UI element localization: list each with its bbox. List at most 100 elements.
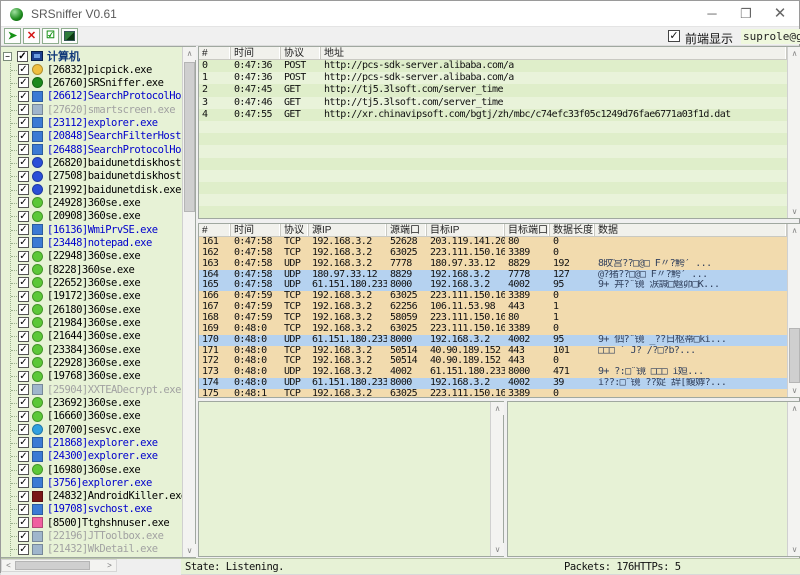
process-tree-item[interactable]: ✓[16660]360se.exe [11, 410, 182, 423]
http-vertical-scrollbar[interactable]: ∧ ∨ [787, 47, 800, 218]
process-checkbox[interactable]: ✓ [18, 291, 29, 302]
process-checkbox[interactable]: ✓ [18, 237, 29, 248]
column-header[interactable]: 地址 [321, 47, 787, 59]
scroll-down-icon[interactable]: ∨ [491, 543, 504, 556]
process-tree-item[interactable]: ✓[22948]360se.exe [11, 250, 182, 263]
process-tree-item[interactable]: ✓[26180]360se.exe [11, 303, 182, 316]
process-tree-item[interactable]: ✓[21644]360se.exe [11, 330, 182, 343]
process-checkbox[interactable]: ✓ [18, 397, 29, 408]
packet-vertical-scrollbar[interactable]: ∧ ∨ [787, 224, 800, 397]
process-checkbox[interactable]: ✓ [18, 451, 29, 462]
scrollbar-thumb[interactable] [789, 328, 800, 383]
front-display-checkbox[interactable]: ✓ [668, 30, 680, 42]
column-header[interactable]: 时间 [231, 47, 281, 59]
column-header[interactable]: 时间 [231, 224, 281, 236]
process-checkbox[interactable]: ✓ [18, 371, 29, 382]
process-checkbox[interactable]: ✓ [18, 531, 29, 542]
process-checkbox[interactable]: ✓ [18, 331, 29, 342]
process-checkbox[interactable]: ✓ [18, 144, 29, 155]
column-header[interactable]: 源端口 [387, 224, 427, 236]
process-checkbox[interactable]: ✓ [18, 264, 29, 275]
process-checkbox[interactable]: ✓ [18, 277, 29, 288]
scroll-down-icon[interactable]: ∨ [788, 543, 800, 556]
process-tree-item[interactable]: ✓[24928]360se.exe [11, 196, 182, 209]
close-button[interactable]: ✕ [763, 1, 797, 27]
process-tree-item[interactable]: ✓[26832]picpick.exe [11, 63, 182, 76]
process-tree-item[interactable]: ✓[20848]SearchFilterHost.ex [11, 130, 182, 143]
packet-table-row[interactable]: 1610:47:58TCP192.168.3.252628203.119.141… [199, 237, 787, 248]
tree-root-computer[interactable]: − ✓ 计算机 [3, 49, 182, 63]
process-tree-item[interactable]: ✓[26612]SearchProtocolHost. [11, 90, 182, 103]
packet-table-row[interactable]: 1620:47:58TCP192.168.3.263025223.111.150… [199, 248, 787, 259]
process-checkbox[interactable]: ✓ [18, 224, 29, 235]
process-tree-item[interactable]: ✓[26820]baidunetdiskhost.ex [11, 156, 182, 169]
process-checkbox[interactable]: ✓ [18, 504, 29, 515]
scroll-right-icon[interactable]: > [103, 560, 116, 571]
maximize-button[interactable]: ❐ [729, 1, 763, 27]
tree-expander-icon[interactable]: − [3, 52, 12, 61]
process-checkbox[interactable]: ✓ [18, 411, 29, 422]
process-tree-item[interactable]: ✓[20908]360se.exe [11, 210, 182, 223]
packet-table-row[interactable]: 1660:47:59TCP192.168.3.263025223.111.150… [199, 291, 787, 302]
packet-table-row[interactable]: 1740:48:0UDP61.151.180.2338000192.168.3.… [199, 378, 787, 389]
process-tree-item[interactable]: ✓[26760]SRSniffer.exe [11, 76, 182, 89]
packet-table-row[interactable]: 1710:48:0TCP192.168.3.25051440.90.189.15… [199, 346, 787, 357]
process-checkbox[interactable]: ✓ [18, 211, 29, 222]
process-checkbox[interactable]: ✓ [18, 131, 29, 142]
scroll-up-icon[interactable]: ∧ [491, 402, 504, 415]
detail-left-scrollbar[interactable]: ∧ ∨ [490, 402, 503, 556]
column-header[interactable]: # [199, 47, 231, 59]
process-checkbox[interactable]: ✓ [18, 424, 29, 435]
scrollbar-thumb[interactable] [184, 62, 195, 212]
process-tree-item[interactable]: ✓[27508]baidunetdiskhost.ex [11, 170, 182, 183]
scroll-down-icon[interactable]: ∨ [788, 205, 800, 218]
start-capture-button[interactable]: ➤ [4, 28, 21, 44]
packet-table-row[interactable]: 1650:47:58UDP61.151.180.2338000192.168.3… [199, 280, 787, 291]
http-table-row[interactable]: 30:47:46GEThttp://tj5.3lsoft.com/server_… [199, 97, 787, 109]
process-checkbox[interactable]: ✓ [18, 184, 29, 195]
column-header[interactable]: 目标端口 [505, 224, 550, 236]
process-tree-item[interactable]: ✓[22652]360se.exe [11, 276, 182, 289]
process-tree-item[interactable]: ✓[3756]explorer.exe [11, 476, 182, 489]
packet-table-row[interactable]: 1640:47:58UDP180.97.33.128829192.168.3.2… [199, 270, 787, 281]
process-tree-item[interactable]: ✓[21432]WkDetail.exe [11, 543, 182, 556]
process-checkbox[interactable]: ✓ [18, 304, 29, 315]
root-checkbox[interactable]: ✓ [17, 51, 28, 62]
process-tree-item[interactable]: ✓[24300]explorer.exe [11, 450, 182, 463]
packet-table-row[interactable]: 1630:47:58UDP192.168.3.27778180.97.33.12… [199, 259, 787, 270]
packet-table-row[interactable]: 1720:48:0TCP192.168.3.25051440.90.189.15… [199, 356, 787, 367]
process-checkbox[interactable]: ✓ [18, 437, 29, 448]
column-header[interactable]: 源IP [309, 224, 387, 236]
process-tree-item[interactable]: ✓[22928]360se.exe [11, 356, 182, 369]
process-tree-item[interactable]: ✓[25904]XXTEADecrypt.exe [11, 383, 182, 396]
process-checkbox[interactable]: ✓ [18, 344, 29, 355]
process-tree-item[interactable]: ✓[19708]svchost.exe [11, 503, 182, 516]
process-tree-item[interactable]: ✓[8500]Ttghshnuser.exe [11, 516, 182, 529]
column-header[interactable]: 数据 [595, 224, 787, 236]
process-checkbox[interactable]: ✓ [18, 117, 29, 128]
scrollbar-thumb[interactable] [15, 561, 90, 570]
process-checkbox[interactable]: ✓ [18, 64, 29, 75]
process-tree-item[interactable]: ✓[16136]WmiPrvSE.exe [11, 223, 182, 236]
process-checkbox[interactable]: ✓ [18, 251, 29, 262]
process-tree-item[interactable]: ✓[23692]360se.exe [11, 396, 182, 409]
process-checkbox[interactable]: ✓ [18, 464, 29, 475]
column-header[interactable]: 协议 [281, 224, 309, 236]
packet-table-row[interactable]: 1730:48:0UDP192.168.3.2400261.151.180.23… [199, 367, 787, 378]
detail-right-scrollbar[interactable]: ∧ ∨ [787, 402, 800, 556]
scroll-down-icon[interactable]: ∨ [183, 544, 196, 557]
stop-clear-button[interactable]: ✕ [23, 28, 40, 44]
process-tree-item[interactable]: ✓[24832]AndroidKiller.exe [11, 490, 182, 503]
process-checkbox[interactable]: ✓ [18, 157, 29, 168]
packet-table-row[interactable]: 1690:48:0TCP192.168.3.263025223.111.150.… [199, 324, 787, 335]
column-header[interactable]: # [199, 224, 231, 236]
process-checkbox[interactable]: ✓ [18, 171, 29, 182]
column-header[interactable]: 目标IP [427, 224, 505, 236]
packet-table-row[interactable]: 1680:47:59TCP192.168.3.258059223.111.150… [199, 313, 787, 324]
process-checkbox[interactable]: ✓ [18, 491, 29, 502]
options-button[interactable]: ☑ [42, 28, 59, 44]
process-tree-item[interactable]: ✓[16980]360se.exe [11, 463, 182, 476]
scroll-up-icon[interactable]: ∧ [788, 402, 800, 415]
process-tree-item[interactable]: ✓[26488]SearchProtocolHost. [11, 143, 182, 156]
scroll-left-icon[interactable]: < [2, 560, 15, 571]
